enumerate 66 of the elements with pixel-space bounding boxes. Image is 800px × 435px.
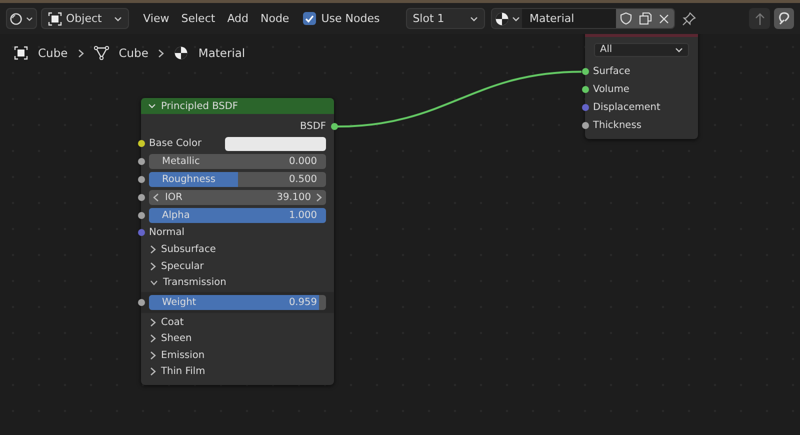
node-title: Principled BSDF xyxy=(161,100,238,112)
color-swatch[interactable] xyxy=(225,136,326,151)
use-nodes-checkbox[interactable] xyxy=(303,12,316,25)
panel-label[interactable]: Specular xyxy=(161,260,204,272)
pin-icon xyxy=(682,12,696,26)
up-arrow-icon xyxy=(753,12,766,26)
chevron-icon xyxy=(158,48,164,58)
panel-label[interactable]: Emission xyxy=(161,350,205,361)
object-icon xyxy=(14,46,28,60)
target-dropdown[interactable]: All xyxy=(594,42,689,57)
caret-icon xyxy=(26,16,33,22)
breadcrumb-label: Cube xyxy=(118,46,148,60)
slot-dropdown[interactable]: Slot 1 xyxy=(406,8,486,29)
socket-label: Displacement xyxy=(593,102,660,113)
menu-item[interactable]: View xyxy=(137,8,176,29)
breadcrumb-label: Material xyxy=(198,46,246,60)
socket-dot[interactable] xyxy=(138,140,144,148)
value-slider[interactable]: Metallic 0.000 xyxy=(149,154,326,170)
socket-label: Normal xyxy=(149,227,184,238)
caret-icon xyxy=(470,16,478,22)
menu-item[interactable]: Select xyxy=(175,8,222,29)
menu-item[interactable]: Node xyxy=(254,8,296,29)
editor-type-icon[interactable] xyxy=(10,12,22,26)
socket-dot[interactable] xyxy=(138,212,144,219)
caret-icon xyxy=(675,46,683,53)
socket-dot[interactable] xyxy=(138,229,144,236)
parent-node-tree-button[interactable] xyxy=(749,8,770,29)
mesh-icon xyxy=(94,46,109,60)
panel-label[interactable]: Thin Film xyxy=(161,366,206,377)
socket-dot[interactable] xyxy=(138,176,144,183)
value-slider[interactable]: Roughness 0.500 xyxy=(149,172,326,187)
socket-label: Surface xyxy=(593,66,630,78)
mode-dropdown[interactable]: Object xyxy=(41,8,130,29)
socket-label: Base Color xyxy=(149,138,202,150)
chevron-icon xyxy=(78,48,84,58)
snap-button[interactable] xyxy=(774,8,794,29)
editor-type-button[interactable] xyxy=(6,8,37,29)
socket-dot[interactable] xyxy=(582,122,588,129)
socket-dot[interactable] xyxy=(138,158,144,166)
material-icon xyxy=(174,46,188,60)
panel-label[interactable]: Coat xyxy=(161,317,184,328)
use-nodes-label: Use Nodes xyxy=(321,12,380,25)
caret-icon xyxy=(114,16,122,22)
value-slider[interactable]: Weight 0.959 xyxy=(149,295,326,310)
slot-label: Slot 1 xyxy=(412,12,444,25)
socket-label: Volume xyxy=(593,84,630,95)
panel-label[interactable]: Transmission xyxy=(163,277,226,288)
checkmark-icon xyxy=(305,14,314,22)
socket-label: Thickness xyxy=(593,120,642,131)
value-slider[interactable]: Alpha 1.000 xyxy=(149,208,326,223)
socket-dot[interactable] xyxy=(138,194,144,201)
panel-label[interactable]: Subsurface xyxy=(161,244,216,256)
socket-dot[interactable] xyxy=(582,86,588,93)
magnet-icon xyxy=(776,12,791,26)
expand-caret-icon[interactable] xyxy=(148,102,156,110)
mode-label: Object xyxy=(66,12,102,25)
number-field[interactable]: IOR 39.100 xyxy=(149,190,326,205)
socket-dot[interactable] xyxy=(330,123,338,130)
menu-item[interactable]: Add xyxy=(221,8,254,29)
socket-label: BSDF xyxy=(300,121,326,132)
panel-label[interactable]: Sheen xyxy=(161,333,192,344)
object-icon xyxy=(48,12,62,26)
breadcrumb-label: Cube xyxy=(38,46,68,60)
socket-dot[interactable] xyxy=(582,68,588,76)
socket-dot[interactable] xyxy=(582,104,588,111)
socket-dot[interactable] xyxy=(138,299,144,306)
